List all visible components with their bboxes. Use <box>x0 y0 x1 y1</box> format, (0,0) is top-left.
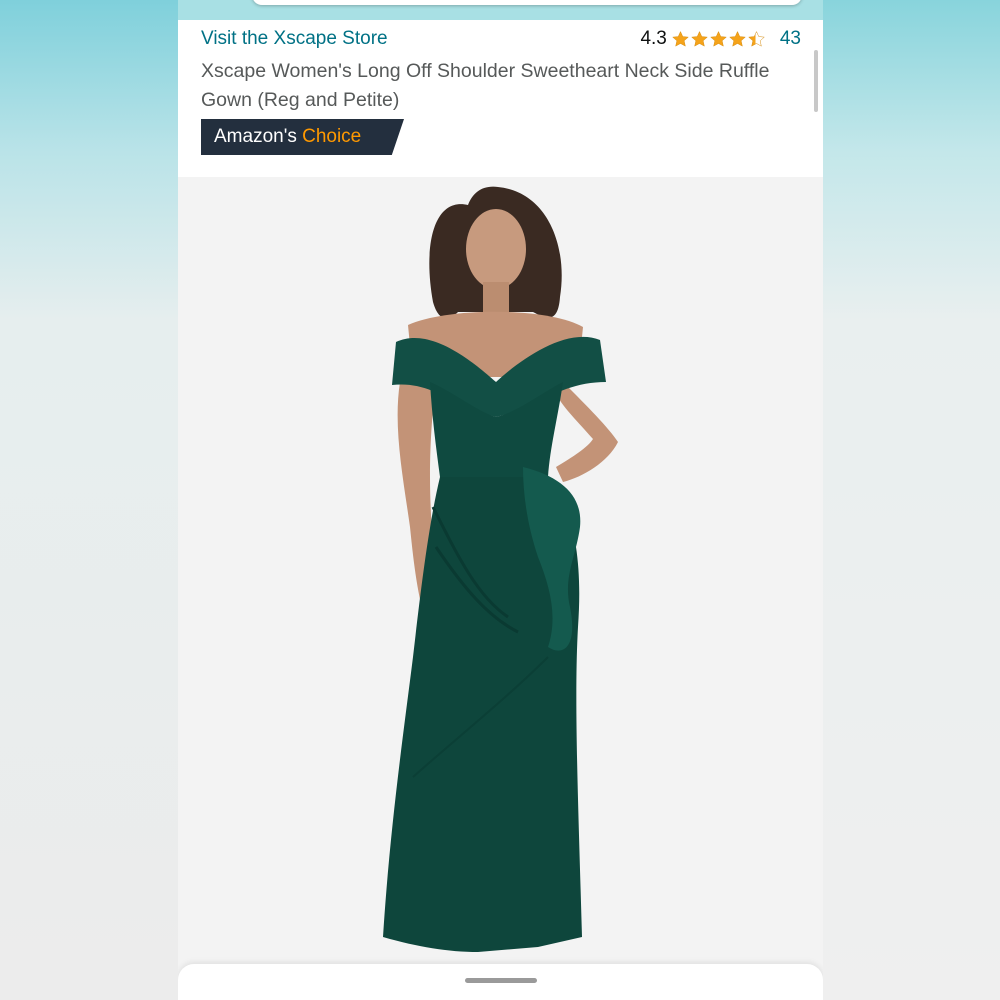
star-icon <box>710 30 727 47</box>
drag-handle[interactable] <box>465 978 537 983</box>
rating-count[interactable]: 43 <box>780 28 801 50</box>
product-title: Xscape Women's Long Off Shoulder Sweethe… <box>201 60 770 111</box>
bottom-sheet[interactable] <box>178 964 823 1000</box>
rating-value: 4.3 <box>640 28 667 49</box>
product-page: Visit the Xscape Store 4.3 43 Xscape Wom… <box>178 0 823 1000</box>
rating-summary[interactable]: 4.3 43 <box>640 28 801 50</box>
amazons-choice-badge[interactable]: Amazon's Choice <box>201 119 404 155</box>
product-photo-icon <box>383 186 618 952</box>
star-icon <box>729 30 746 47</box>
scrollbar[interactable] <box>814 50 818 112</box>
search-bar[interactable] <box>252 0 802 5</box>
badge-prefix: Amazon's <box>214 126 297 147</box>
star-icon <box>691 30 708 47</box>
background-left <box>0 0 178 1000</box>
product-image[interactable] <box>178 177 823 1000</box>
star-rating <box>671 30 766 49</box>
star-icon <box>672 30 689 47</box>
store-link[interactable]: Visit the Xscape Store <box>201 28 388 50</box>
background-right <box>822 0 1000 1000</box>
badge-choice: Choice <box>302 126 362 147</box>
product-header: Visit the Xscape Store 4.3 43 Xscape Wom… <box>178 20 823 177</box>
half-star-icon <box>748 30 765 47</box>
